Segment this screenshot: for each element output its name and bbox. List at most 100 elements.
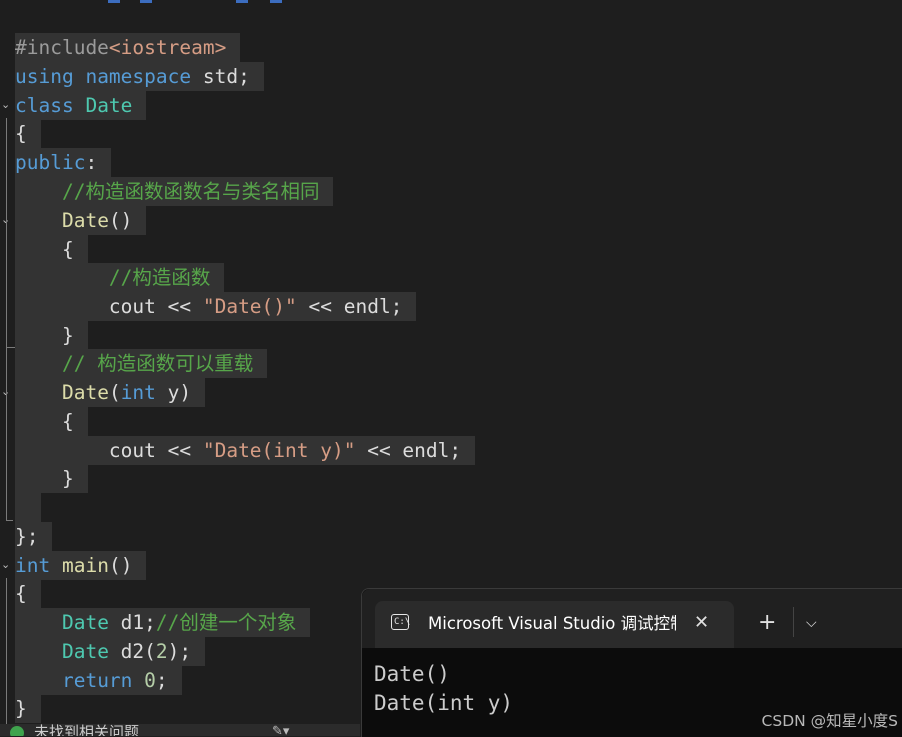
- fold-toggle-class-icon[interactable]: ⌄: [1, 99, 10, 110]
- code-line[interactable]: Date(): [15, 206, 147, 235]
- chevron-down-icon[interactable]: ⌵: [806, 613, 817, 633]
- code-token: //构造函数: [108, 266, 211, 289]
- line-content: {: [15, 119, 41, 148]
- code-token: #include: [15, 36, 109, 59]
- line-content: //构造函数: [15, 263, 225, 292]
- code-line[interactable]: public:: [15, 148, 112, 177]
- watermark: CSDN @知星小度S: [761, 712, 898, 730]
- code-line[interactable]: int main(): [15, 551, 147, 580]
- code-line[interactable]: {: [15, 407, 88, 436]
- line-content: };: [15, 522, 53, 551]
- new-tab-button[interactable]: +: [758, 611, 776, 635]
- line-content: {: [15, 235, 88, 264]
- line-content: }: [15, 464, 88, 493]
- code-token: public: [15, 151, 86, 174]
- line-content: [15, 493, 41, 522]
- code-line[interactable]: class Date: [15, 91, 147, 120]
- code-cleanup-icon[interactable]: ✎▾: [272, 724, 289, 736]
- code-line[interactable]: };: [15, 522, 53, 551]
- terminal-titlebar: C:\ Microsoft Visual Studio 调试控制台 ✕ + ⌵: [362, 589, 902, 648]
- issues-status-text[interactable]: 未找到相关问题: [34, 724, 139, 736]
- line-content: Date(int y): [15, 378, 206, 407]
- code-line[interactable]: //构造函数函数名与类名相同: [15, 177, 334, 206]
- code-token: "Date()": [202, 295, 297, 318]
- code-line[interactable]: {: [15, 579, 41, 608]
- code-line[interactable]: return 0;: [15, 666, 182, 695]
- line-content: {: [15, 579, 41, 608]
- code-token: (: [108, 381, 121, 404]
- line-content: public:: [15, 148, 112, 177]
- code-token: //创建一个对象: [155, 611, 297, 634]
- code-line[interactable]: [15, 493, 41, 522]
- line-content: cout << "Date()" << endl;: [15, 292, 417, 321]
- line-content: #include<iostream>: [15, 33, 241, 62]
- code-token: :: [85, 151, 98, 174]
- code-line[interactable]: }: [15, 694, 41, 723]
- code-token: }: [15, 697, 27, 720]
- tab-title: Microsoft Visual Studio 调试控制台: [428, 614, 676, 633]
- code-line[interactable]: cout << "Date()" << endl;: [15, 292, 417, 321]
- titlebar-divider: [793, 607, 794, 637]
- code-token: class: [15, 94, 74, 117]
- code-token: 2: [155, 640, 168, 663]
- code-token: };: [15, 525, 39, 548]
- code-token: int: [15, 554, 51, 577]
- code-line[interactable]: }: [15, 464, 88, 493]
- code-token: {: [15, 410, 74, 433]
- code-line[interactable]: // 构造函数可以重载: [15, 349, 268, 378]
- line-content: class Date: [15, 91, 147, 120]
- code-token: return: [61, 669, 133, 692]
- code-token: Date: [85, 94, 133, 117]
- code-token: {: [15, 238, 74, 261]
- code-line[interactable]: //构造函数: [15, 263, 225, 292]
- code-token: }: [15, 467, 74, 490]
- code-token: (): [108, 209, 133, 232]
- line-content: //构造函数函数名与类名相同: [15, 177, 334, 206]
- code-line[interactable]: {: [15, 119, 41, 148]
- line-content: // 构造函数可以重载: [15, 349, 268, 378]
- code-token: <iostream>: [108, 36, 227, 59]
- code-line[interactable]: Date d1;//创建一个对象: [15, 608, 311, 637]
- code-line[interactable]: }: [15, 321, 88, 350]
- code-token: (): [108, 554, 133, 577]
- code-line[interactable]: {: [15, 235, 88, 264]
- code-line[interactable]: Date(int y): [15, 378, 206, 407]
- line-content: return 0;: [15, 666, 182, 695]
- code-token: );: [167, 640, 192, 663]
- line-content: using namespace std;: [15, 62, 264, 91]
- code-token: {: [15, 582, 27, 605]
- fold-toggle-main-icon[interactable]: ⌄: [1, 559, 10, 570]
- code-token: "Date(int y)": [202, 439, 356, 462]
- line-content: }: [15, 694, 41, 723]
- code-token: << endl;: [355, 439, 462, 462]
- line-content: Date d1;//创建一个对象: [15, 608, 311, 637]
- code-token: d2(: [108, 640, 156, 663]
- line-content: Date(): [15, 206, 147, 235]
- tab-debug-console[interactable]: C:\ Microsoft Visual Studio 调试控制台 ✕: [375, 601, 734, 648]
- status-bar: 未找到相关问题 ✎▾: [0, 724, 360, 736]
- code-token: y): [155, 381, 192, 404]
- code-line[interactable]: cout << "Date(int y)" << endl;: [15, 436, 476, 465]
- line-content: int main(): [15, 551, 147, 580]
- code-line[interactable]: Date d2(2);: [15, 637, 206, 666]
- code-token: Date: [61, 611, 109, 634]
- code-token: std;: [191, 65, 250, 88]
- code-line[interactable]: using namespace std;: [15, 62, 264, 91]
- code-token: // 构造函数可以重载: [61, 352, 254, 375]
- output-line: Date(): [374, 662, 450, 686]
- class-scope-guide: [6, 118, 7, 520]
- close-icon[interactable]: ✕: [694, 611, 709, 635]
- code-token: cout <<: [15, 439, 203, 462]
- line-content: cout << "Date(int y)" << endl;: [15, 436, 476, 465]
- class-scope-guide-end: [6, 520, 13, 521]
- code-line[interactable]: #include<iostream>: [15, 33, 241, 62]
